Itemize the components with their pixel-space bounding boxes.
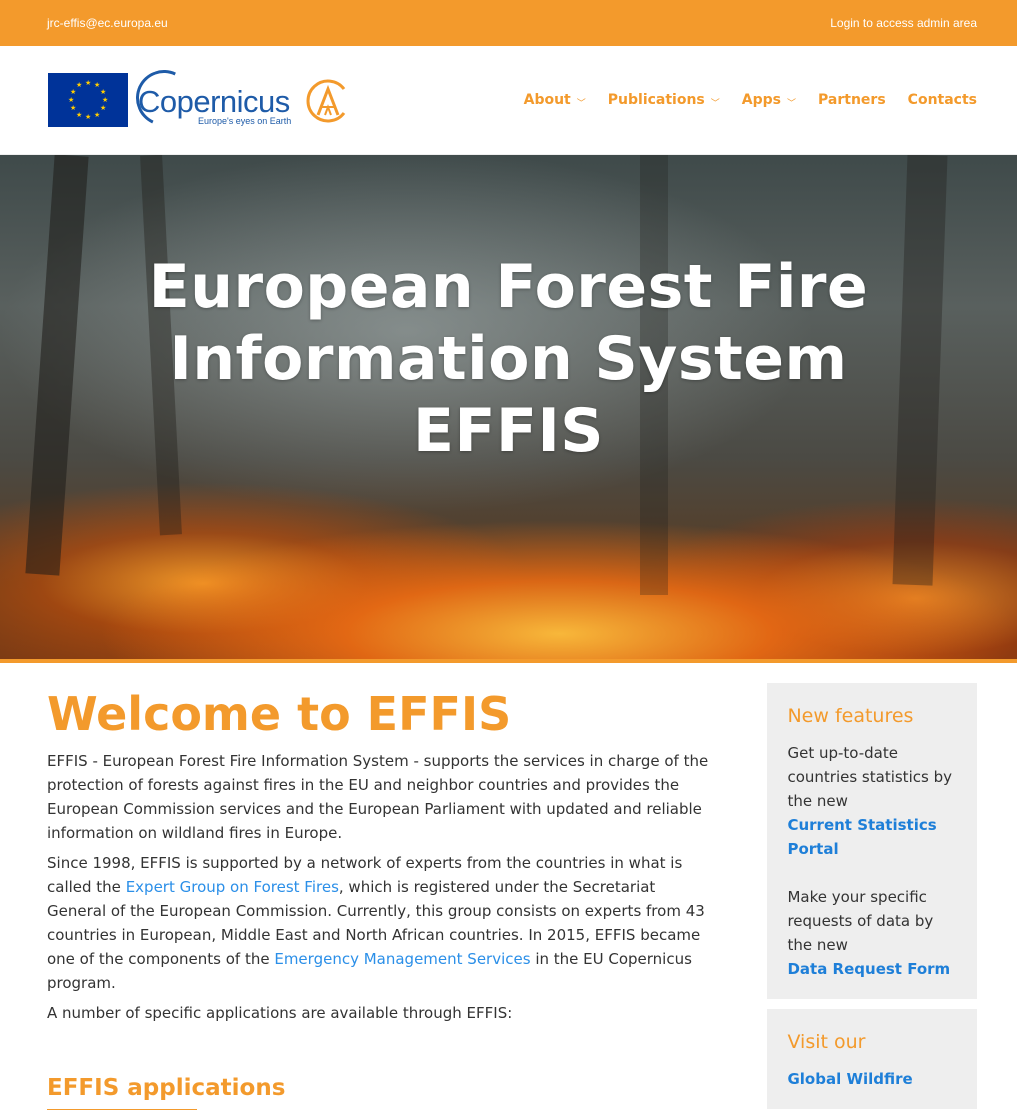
hero-title: European Forest Fire Information System … [0,251,1017,467]
nav-about-label: About [523,92,571,108]
logo[interactable]: ★ ★ ★ ★ ★ ★ ★ ★ ★ ★ ★ ★ Copernicus Europ… [48,62,350,134]
nav-apps-label: Apps [741,92,782,108]
top-bar: jrc-effis@ec.europa.eu Login to access a… [0,0,1017,46]
chevron-down-icon: ﹀ [576,98,586,109]
applications-heading: EFFIS applications [47,1075,286,1101]
nav-publications[interactable]: Publications ﹀ [607,92,720,109]
intro-paragraph: EFFIS - European Forest Fire Information… [47,752,709,842]
copernicus-tagline: Europe's eyes on Earth [198,116,292,126]
effis-flame-icon [306,79,346,123]
copernicus-wordmark: Copernicus [138,84,290,119]
main-column: Welcome to EFFIS EFFIS - European Forest… [47,683,717,1110]
data-request-text: Make your specific requests of data by t… [787,888,934,954]
statistics-text: Get up-to-date countries statistics by t… [787,744,952,810]
main-nav: About ﹀ Publications ﹀ Apps ﹀ Partners C… [523,92,977,109]
email-link[interactable]: jrc-effis@ec.europa.eu [47,16,168,30]
chevron-down-icon: ﹀ [787,98,797,109]
visit-title: Visit our [787,1031,866,1053]
nav-apps[interactable]: Apps ﹀ [741,92,797,109]
nav-partners-label: Partners [818,92,886,108]
nav-contacts[interactable]: Contacts [908,92,977,108]
emergency-services-link[interactable]: Emergency Management Services [274,950,530,968]
global-wildfire-link[interactable]: Global Wildfire [787,1067,957,1091]
hero-title-line: EFFIS [413,396,604,466]
nav-publications-label: Publications [607,92,705,108]
nav-about[interactable]: About ﹀ [523,92,586,109]
history-paragraph: Since 1998, EFFIS is supported by a netw… [47,851,717,995]
page-title: Welcome to EFFIS [47,687,512,741]
copernicus-logo: Copernicus Europe's eyes on Earth [128,62,296,134]
hero-banner: European Forest Fire Information System … [0,155,1017,659]
sidebar: New features Get up-to-date countries st… [767,683,977,1110]
new-features-box: New features Get up-to-date countries st… [767,683,977,999]
statistics-portal-link[interactable]: Current Statistics Portal [787,813,957,861]
nav-contacts-label: Contacts [907,92,977,108]
new-features-title: New features [787,705,914,727]
chevron-down-icon: ﹀ [710,98,720,109]
nav-partners[interactable]: Partners [818,92,886,108]
admin-login-link[interactable]: Login to access admin area [830,16,977,30]
eu-flag-icon: ★ ★ ★ ★ ★ ★ ★ ★ ★ ★ ★ ★ [48,73,128,127]
site-header: ★ ★ ★ ★ ★ ★ ★ ★ ★ ★ ★ ★ Copernicus Europ… [0,46,1017,155]
data-request-form-link[interactable]: Data Request Form [787,957,957,981]
main-content: Welcome to EFFIS EFFIS - European Forest… [0,663,1017,1110]
hero-title-line: Information System [169,324,848,394]
applications-intro: A number of specific applications are av… [47,1004,513,1022]
visit-box: Visit our Global Wildfire [767,1009,977,1109]
hero-title-line: European Forest Fire [148,252,869,322]
expert-group-link[interactable]: Expert Group on Forest Fires [126,878,339,896]
